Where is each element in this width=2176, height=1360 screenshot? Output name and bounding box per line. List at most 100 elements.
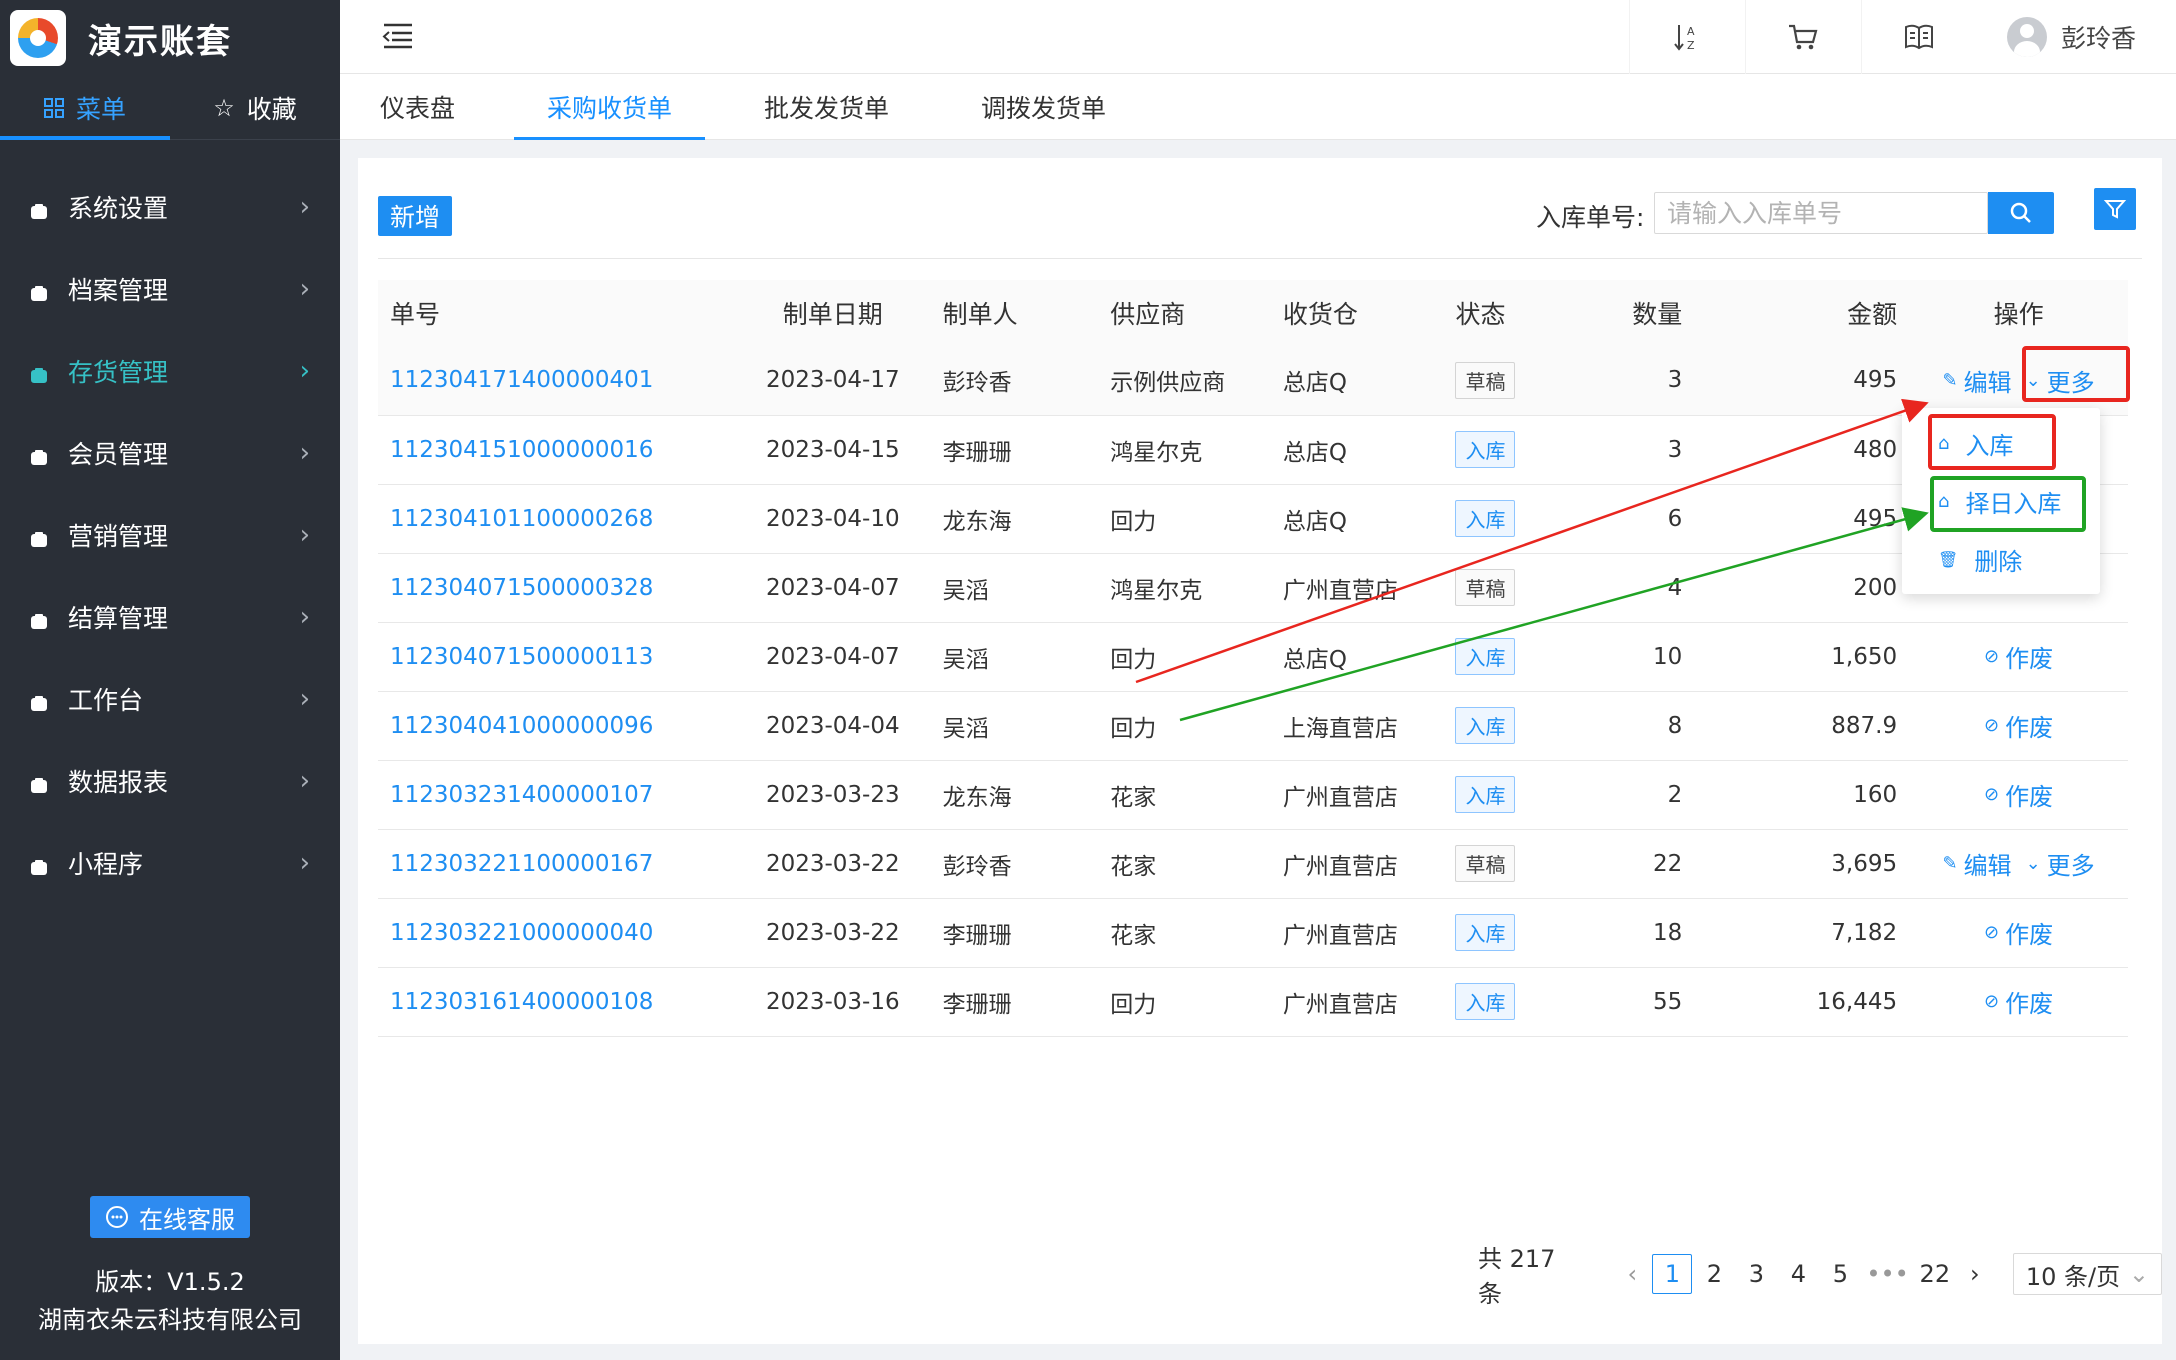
- cell-status: 入库: [1443, 415, 1581, 485]
- page-number[interactable]: 4: [1778, 1254, 1818, 1294]
- sidebar-item-label: 工作台: [68, 686, 144, 715]
- cart-icon[interactable]: [1744, 0, 1861, 74]
- miniapp-icon: [30, 854, 48, 875]
- table-row: 112304101100000268 2023-04-10 龙东海 回力 总店Q 入库 6 4…: [378, 484, 2128, 554]
- column-header-7: 金额: [1694, 280, 1910, 346]
- table-row: 112303231400000107 2023-03-23 龙东海 花家 广州直营店 入库…: [378, 760, 2128, 830]
- page-tab-3[interactable]: 调拨发货单: [948, 74, 1139, 140]
- user-menu[interactable]: 彭玲香: [1977, 0, 2176, 74]
- cell-status: 入库: [1443, 484, 1581, 554]
- edit-button[interactable]: ✎ 编辑: [1942, 363, 2011, 398]
- receipt-no-link[interactable]: 112304071500000113: [390, 644, 653, 670]
- sidebar-item-0[interactable]: 系统设置 ›: [0, 166, 340, 248]
- cell-actions: ✎ 编辑 ⌄ 更多: [1909, 829, 2128, 899]
- column-header-3: 供应商: [1098, 280, 1271, 346]
- action-label: 编辑: [1963, 368, 2012, 397]
- sort-az-icon[interactable]: AZ: [1628, 0, 1745, 74]
- collapse-menu-icon[interactable]: [382, 22, 414, 50]
- status-badge: 草稿: [1455, 361, 1516, 399]
- sidebar-tab-favorites[interactable]: ☆ 收藏: [170, 76, 340, 139]
- page-size-select[interactable]: 10 条/页 ⌄: [2012, 1253, 2162, 1295]
- void-button[interactable]: ⊘ 作废: [1984, 708, 2053, 743]
- cell-maker: 李珊珊: [930, 967, 1099, 1037]
- chevron-right-icon: ›: [299, 684, 310, 714]
- page-number[interactable]: 1: [1652, 1254, 1693, 1294]
- sidebar-item-2[interactable]: 存货管理 ›: [0, 330, 340, 412]
- cell-actions: ⊘ 作废: [1909, 967, 2128, 1037]
- cell-date: 2023-03-22: [734, 829, 931, 899]
- receipt-no-search-input[interactable]: [1654, 192, 1988, 234]
- column-header-1: 制单日期: [734, 280, 931, 346]
- dropdown-item-delete[interactable]: 🗑 删除: [1938, 542, 2022, 577]
- void-button[interactable]: ⊘ 作废: [1984, 984, 2053, 1019]
- cell-receipt-no: 112304151000000016: [378, 415, 735, 485]
- cell-receipt-no: 112304071500000328: [378, 553, 735, 623]
- member-icon: [30, 444, 48, 465]
- page-tab-0[interactable]: 仪表盘: [380, 74, 488, 140]
- void-icon: ⊘: [1984, 991, 2000, 1012]
- page-number[interactable]: 22: [1915, 1254, 1955, 1294]
- next-page-icon[interactable]: ›: [1955, 1254, 1995, 1294]
- page-number[interactable]: 2: [1694, 1254, 1734, 1294]
- table-row: 112304171400000401 2023-04-17 彭玲香 示例供应商 总店Q 草…: [378, 346, 2128, 416]
- sidebar-item-6[interactable]: 工作台 ›: [0, 658, 340, 740]
- sidebar-item-5[interactable]: 结算管理 ›: [0, 576, 340, 658]
- sidebar-item-4[interactable]: 营销管理 ›: [0, 494, 340, 576]
- online-service-button[interactable]: 在线客服: [90, 1196, 250, 1238]
- sidebar-tab-menu[interactable]: 菜单: [0, 76, 170, 140]
- sidebar: 演示账套 菜单 ☆ 收藏 系统设置 › 档案管理 › 存货管理 › 会员管理 › 营销管理 › 结算…: [0, 0, 340, 1360]
- edit-button[interactable]: ✎ 编辑: [1942, 846, 2011, 881]
- receipt-no-link[interactable]: 112303161400000108: [390, 989, 653, 1015]
- chat-icon: [106, 1206, 128, 1228]
- column-header-6: 数量: [1580, 280, 1695, 346]
- more-button[interactable]: ⌄ 更多: [2026, 846, 2095, 881]
- cell-amount: 495: [1694, 484, 1910, 554]
- page-number[interactable]: 3: [1736, 1254, 1776, 1294]
- void-button[interactable]: ⊘ 作废: [1984, 639, 2053, 674]
- table-row: 112303221000000040 2023-03-22 李珊珊 花家 广州直营店 入库…: [378, 898, 2128, 968]
- page-number[interactable]: 5: [1820, 1254, 1860, 1294]
- receipt-no-link[interactable]: 112303221000000040: [390, 920, 653, 946]
- cell-maker: 李珊珊: [930, 898, 1099, 968]
- ellipsis-icon[interactable]: •••: [1862, 1254, 1912, 1294]
- receipt-no-link[interactable]: 112304171400000401: [390, 367, 653, 393]
- search-button[interactable]: [1988, 192, 2054, 234]
- page-tab-1[interactable]: 采购收货单: [514, 74, 706, 140]
- receipt-no-link[interactable]: 112304101100000268: [390, 506, 653, 532]
- cell-warehouse: 广州直营店: [1270, 553, 1444, 623]
- add-button[interactable]: 新增: [378, 196, 452, 236]
- cell-supplier: 回力: [1098, 967, 1271, 1037]
- prev-page-icon[interactable]: ‹: [1612, 1254, 1652, 1294]
- page-tab-2[interactable]: 批发发货单: [731, 74, 922, 140]
- chevron-right-icon: ›: [299, 602, 310, 632]
- void-button[interactable]: ⊘ 作废: [1984, 915, 2053, 950]
- receipt-no-link[interactable]: 112303221100000167: [390, 851, 653, 877]
- sidebar-item-8[interactable]: 小程序 ›: [0, 822, 340, 904]
- filter-button[interactable]: [2094, 188, 2136, 230]
- sidebar-item-7[interactable]: 数据报表 ›: [0, 740, 340, 822]
- receipt-no-link[interactable]: 112303231400000107: [390, 782, 653, 808]
- topbar: AZ 彭玲香: [340, 0, 2176, 74]
- cell-supplier: 回力: [1098, 622, 1271, 692]
- report-icon: [30, 772, 48, 793]
- sidebar-item-1[interactable]: 档案管理 ›: [0, 248, 340, 330]
- cell-actions: ⊘ 作废: [1909, 622, 2128, 692]
- chevron-right-icon: ›: [299, 192, 310, 222]
- void-icon: ⊘: [1984, 784, 2000, 805]
- cell-qty: 8: [1580, 691, 1695, 761]
- receipt-no-link[interactable]: 112304071500000328: [390, 575, 653, 601]
- sidebar-item-3[interactable]: 会员管理 ›: [0, 412, 340, 494]
- receipt-no-link[interactable]: 112304151000000016: [390, 437, 653, 463]
- void-icon: ⊘: [1984, 922, 2000, 943]
- void-button[interactable]: ⊘ 作废: [1984, 777, 2053, 812]
- sidebar-item-label: 结算管理: [68, 604, 169, 633]
- action-label: 作废: [2005, 714, 2054, 742]
- chevron-right-icon: ›: [299, 520, 310, 550]
- receipt-no-link[interactable]: 112304041000000096: [390, 713, 653, 739]
- cell-status: 草稿: [1443, 829, 1581, 899]
- page-numbers: 1 2 3 4 5 ••• 22: [1652, 1254, 1954, 1294]
- book-icon[interactable]: [1860, 0, 1977, 74]
- status-badge: 草稿: [1455, 569, 1516, 606]
- dropdown-item-label: 删除: [1974, 548, 2023, 576]
- cell-date: 2023-04-10: [734, 484, 931, 554]
